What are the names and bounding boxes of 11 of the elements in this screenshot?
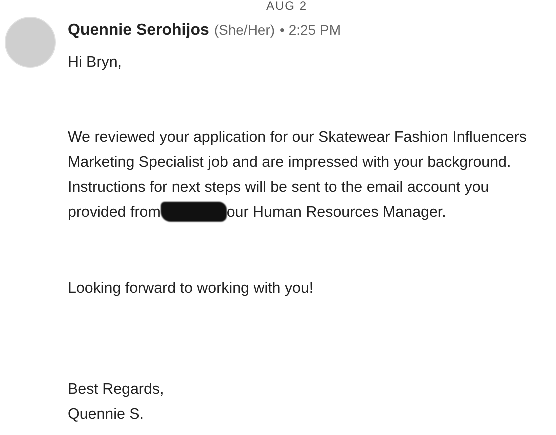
sender-name: Quennie Serohijos	[68, 22, 210, 40]
message-paragraph: Best Regards,	[68, 380, 166, 400]
message-time: • 2:25 PM	[280, 22, 341, 38]
sender-pronouns: (She/Her)	[214, 22, 276, 38]
date-divider: AUG 2	[265, 0, 308, 12]
avatar-photo-placeholder	[5, 17, 56, 68]
message-paragraph: We reviewed your application for our Skatewear Fashion Influencers Marketing Specialist job and are impressed with your background. Instructions for next steps will be sent to the email account you provided from our Human Resources Manager.	[68, 128, 528, 224]
message-paragraph: Quennie S.	[68, 405, 145, 425]
message-paragraph: Hi Bryn,	[68, 53, 124, 73]
redaction-mark	[160, 202, 227, 222]
message-paragraph: Looking forward to working with you!	[68, 279, 315, 299]
